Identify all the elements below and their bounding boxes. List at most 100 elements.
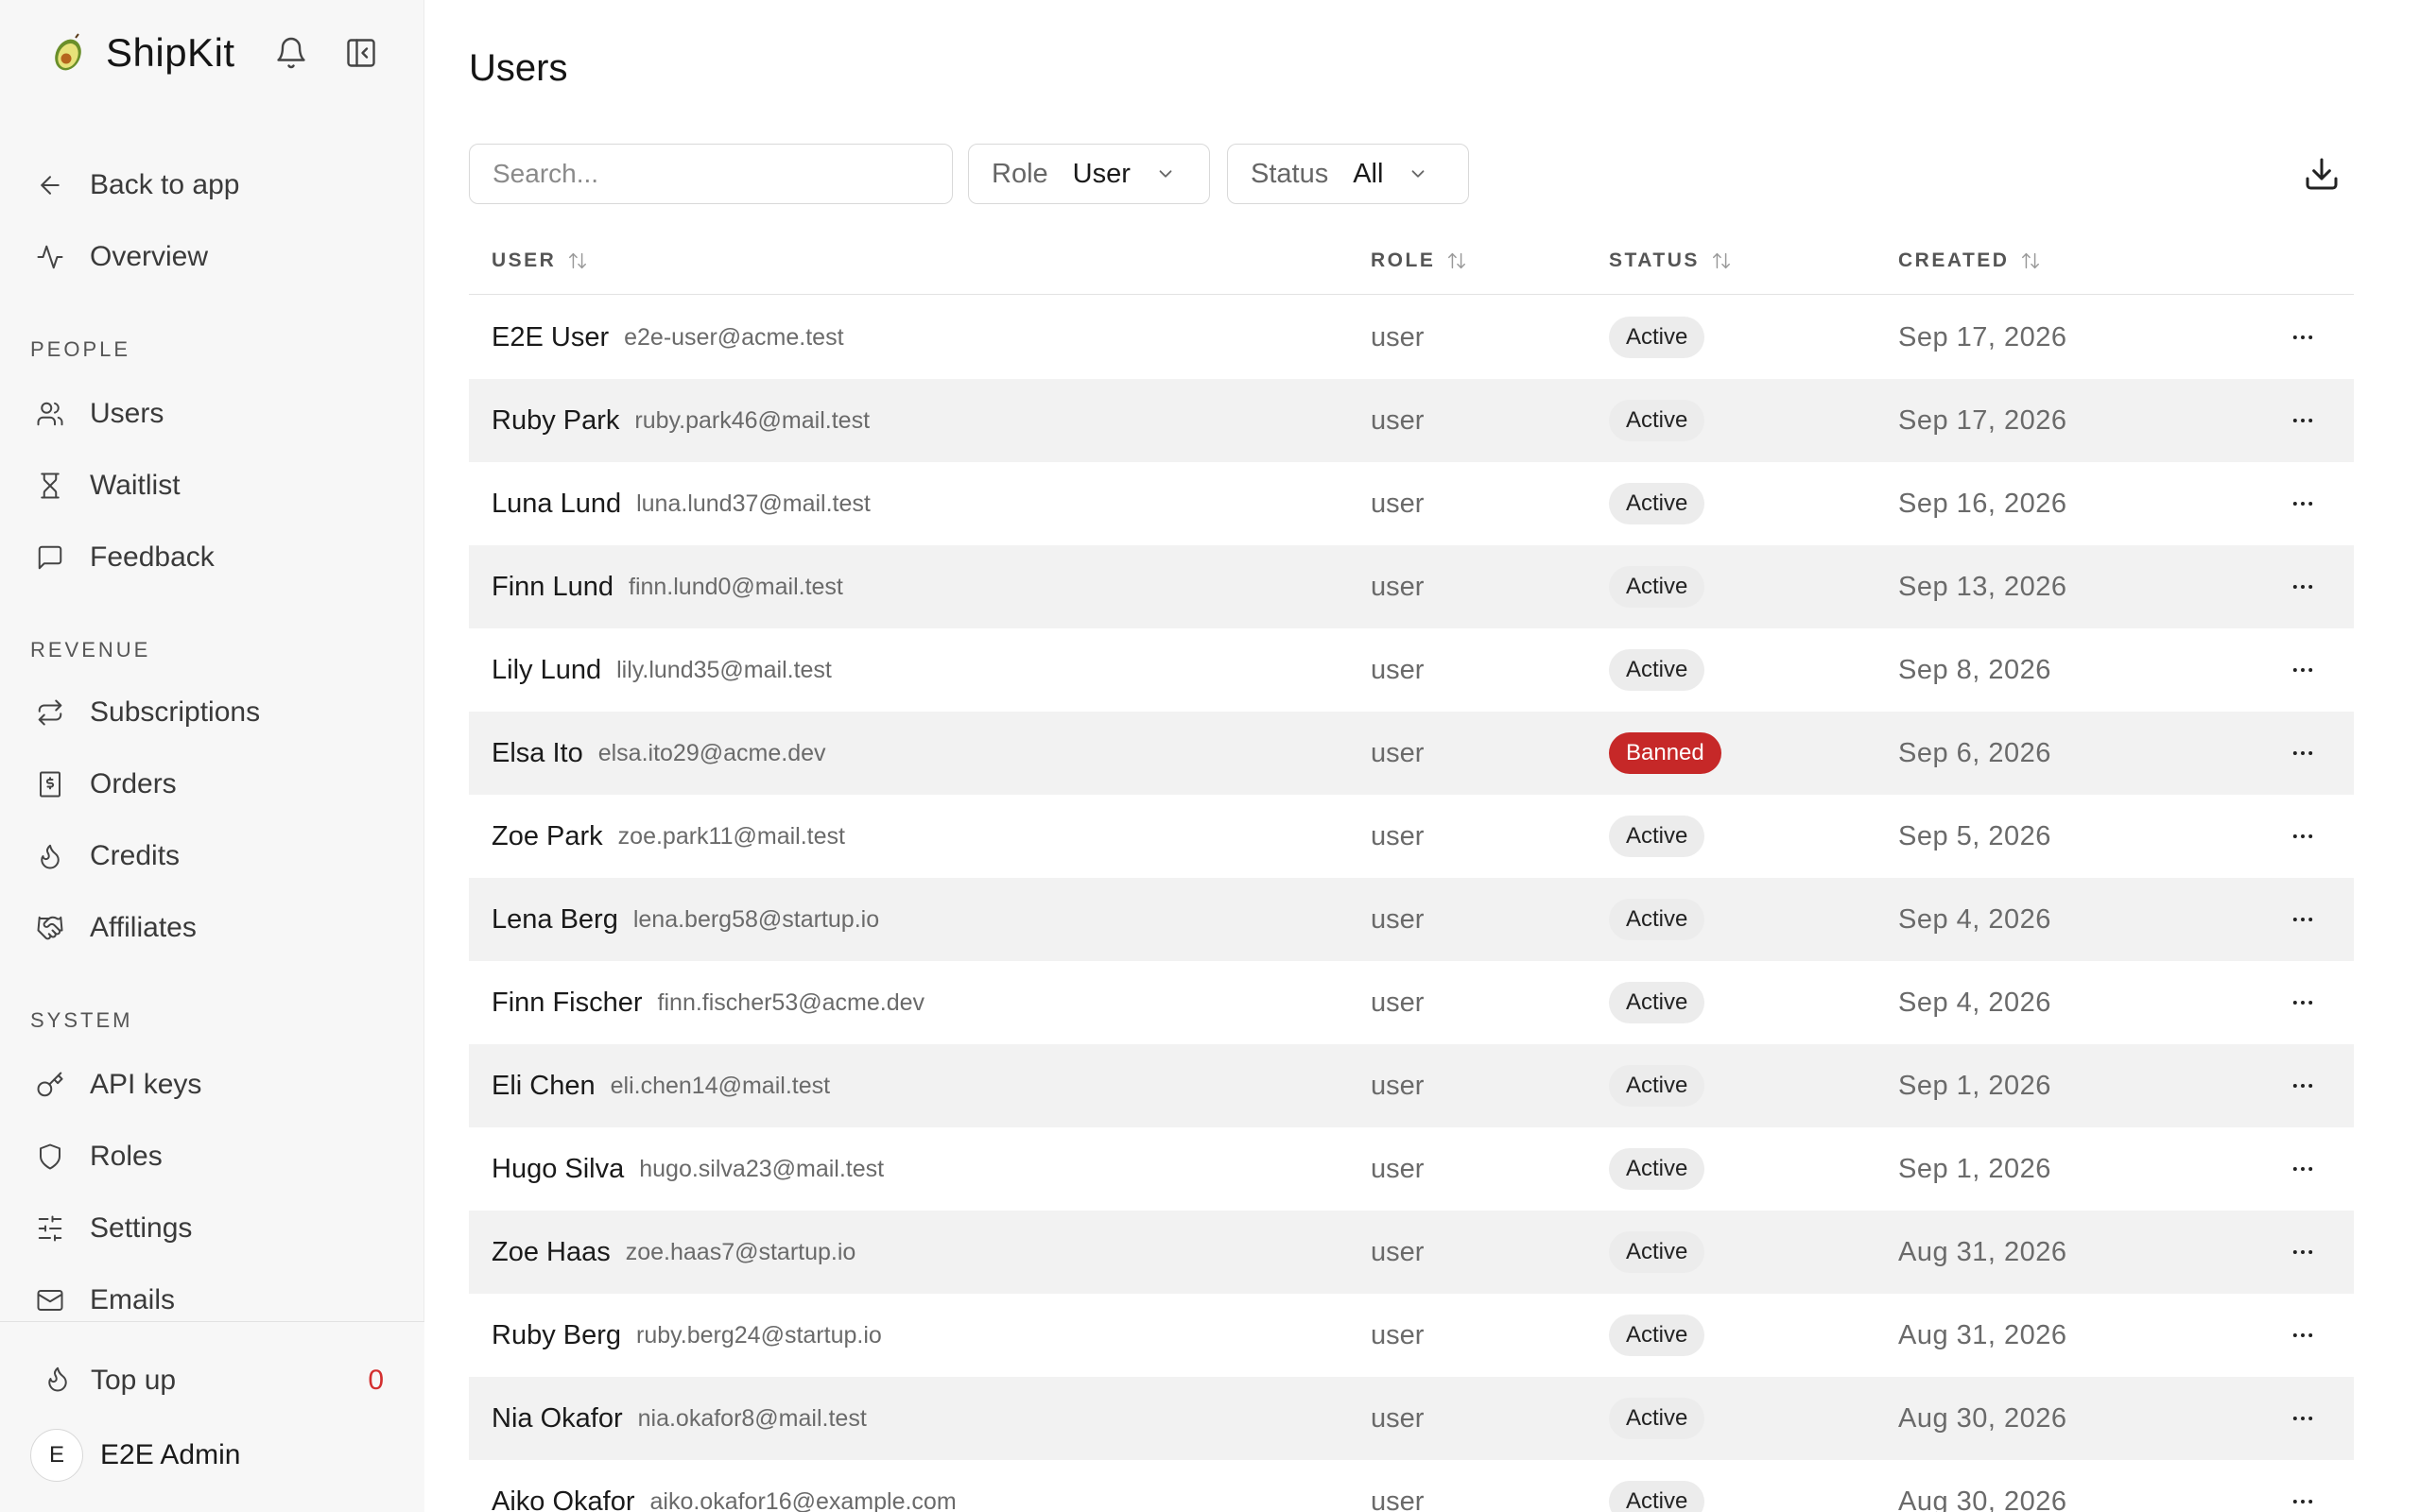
receipt-icon (34, 768, 66, 800)
user-name: Ruby Park (492, 404, 620, 436)
sort-icon (1712, 252, 1730, 269)
search-input[interactable] (469, 144, 953, 204)
column-header-status[interactable]: STATUS (1609, 249, 1732, 272)
table-row[interactable]: Hugo Silva hugo.silva23@mail.test user Acti… (469, 1127, 2354, 1211)
arrow-left-icon (34, 169, 66, 201)
bell-icon[interactable] (274, 36, 308, 70)
table-row[interactable]: Lily Lund lily.lund35@mail.test user Active… (469, 628, 2354, 712)
user-cell: Finn Fischer finn.fischer53@acme.dev (492, 961, 925, 1044)
download-icon[interactable] (2303, 155, 2341, 193)
filter-label: Status (1251, 158, 1329, 189)
nav-users[interactable]: Users (28, 386, 397, 442)
created-date: Sep 4, 2026 (1898, 987, 2051, 1018)
topup-button[interactable]: Top up 0 (43, 1360, 384, 1401)
table-row[interactable]: Finn Lund finn.lund0@mail.test user Active S… (469, 545, 2354, 628)
user-cell: Zoe Haas zoe.haas7@startup.io (492, 1211, 856, 1294)
status-filter[interactable]: Status All (1227, 144, 1469, 204)
column-header-user[interactable]: USER (492, 249, 588, 272)
nav-orders[interactable]: Orders (28, 756, 397, 813)
row-actions-button[interactable] (2282, 1065, 2324, 1107)
row-actions-button[interactable] (2282, 649, 2324, 691)
role-filter[interactable]: Role User (968, 144, 1210, 204)
nav-settings[interactable]: Settings (28, 1200, 397, 1257)
created-date: Sep 4, 2026 (1898, 903, 2051, 935)
row-actions-button[interactable] (2282, 732, 2324, 774)
status-badge: Active (1609, 483, 1705, 524)
user-email: hugo.silva23@mail.test (639, 1155, 885, 1182)
table-row[interactable]: Eli Chen eli.chen14@mail.test user Active Se… (469, 1044, 2354, 1127)
table-row[interactable]: Nia Okafor nia.okafor8@mail.test user Activ… (469, 1377, 2354, 1460)
user-name: Hugo Silva (492, 1153, 625, 1184)
table-row[interactable]: Luna Lund luna.lund37@mail.test user Active… (469, 462, 2354, 545)
user-role: user (1371, 321, 1425, 352)
nav-feedback[interactable]: Feedback (28, 529, 397, 586)
user-name: Zoe Haas (492, 1236, 611, 1267)
user-cell: Luna Lund luna.lund37@mail.test (492, 462, 871, 545)
nav-label: Back to app (90, 169, 240, 200)
more-horizontal-icon (2292, 419, 2313, 422)
status-cell: Active (1609, 628, 1705, 712)
status-badge: Active (1609, 1398, 1705, 1439)
row-actions-button[interactable] (2282, 1481, 2324, 1512)
column-header-created[interactable]: CREATED (1898, 249, 2041, 272)
table-row[interactable]: Finn Fischer finn.fischer53@acme.dev user A… (469, 961, 2354, 1044)
row-actions-button[interactable] (2282, 899, 2324, 940)
nav-affiliates[interactable]: Affiliates (28, 900, 397, 956)
table-row[interactable]: Ruby Berg ruby.berg24@startup.io user Activ… (469, 1294, 2354, 1377)
row-actions-button[interactable] (2282, 483, 2324, 524)
row-actions-button[interactable] (2282, 1148, 2324, 1190)
user-cell: Nia Okafor nia.okafor8@mail.test (492, 1377, 867, 1460)
column-header-role[interactable]: ROLE (1371, 249, 1467, 272)
row-actions-button[interactable] (2282, 1398, 2324, 1439)
row-actions-button[interactable] (2282, 317, 2324, 358)
row-actions-button[interactable] (2282, 1314, 2324, 1356)
user-role: user (1371, 1153, 1425, 1184)
nav-waitlist[interactable]: Waitlist (28, 457, 397, 514)
nav-roles[interactable]: Roles (28, 1128, 397, 1185)
column-label: STATUS (1609, 249, 1700, 271)
sort-icon (569, 252, 587, 269)
table-row[interactable]: Lena Berg lena.berg58@startup.io user Activ… (469, 878, 2354, 961)
user-role: user (1371, 903, 1425, 935)
table-row[interactable]: Elsa Ito elsa.ito29@acme.dev user Banned Sep… (469, 712, 2354, 795)
nav-credits[interactable]: Credits (28, 828, 397, 885)
filter-label: Role (992, 158, 1048, 189)
user-cell: Ruby Park ruby.park46@mail.test (492, 379, 870, 462)
filter-value: All (1353, 158, 1384, 189)
created-date: Sep 8, 2026 (1898, 654, 2051, 685)
created-date: Sep 5, 2026 (1898, 820, 2051, 851)
row-actions-button[interactable] (2282, 1231, 2324, 1273)
nav-subscriptions[interactable]: Subscriptions (28, 684, 397, 741)
nav-overview[interactable]: Overview (28, 229, 397, 285)
sidebar-collapse-icon[interactable] (344, 36, 378, 70)
status-badge: Active (1609, 566, 1705, 608)
avatar: E (30, 1429, 83, 1482)
table-row[interactable]: Ruby Park ruby.park46@mail.test user Active… (469, 379, 2354, 462)
status-badge: Active (1609, 1314, 1705, 1356)
created-date: Aug 31, 2026 (1898, 1319, 2067, 1350)
nav-api-keys[interactable]: API keys (28, 1057, 397, 1113)
user-cell: Zoe Park zoe.park11@mail.test (492, 795, 845, 878)
more-horizontal-icon (2292, 585, 2313, 589)
nav-label: Orders (90, 768, 177, 799)
row-actions-button[interactable] (2282, 816, 2324, 857)
row-actions-button[interactable] (2282, 566, 2324, 608)
row-actions-button[interactable] (2282, 400, 2324, 441)
table-row[interactable]: E2E User e2e-user@acme.test user Active Sep … (469, 296, 2354, 379)
account-menu[interactable]: E E2E Admin (30, 1428, 240, 1483)
table-row[interactable]: Zoe Park zoe.park11@mail.test user Active Se… (469, 795, 2354, 878)
row-actions-button[interactable] (2282, 982, 2324, 1023)
user-email: nia.okafor8@mail.test (637, 1404, 867, 1432)
created-date: Aug 30, 2026 (1898, 1402, 2067, 1434)
more-horizontal-icon (2292, 1084, 2313, 1088)
table-row[interactable]: Zoe Haas zoe.haas7@startup.io user Active Au… (469, 1211, 2354, 1294)
nav-emails[interactable]: Emails (28, 1272, 397, 1329)
user-name: Lily Lund (492, 654, 602, 685)
section-title-system: SYSTEM (30, 1008, 133, 1032)
filter-value: User (1072, 158, 1131, 189)
table-row[interactable]: Aiko Okafor aiko.okafor16@example.com user… (469, 1460, 2354, 1512)
nav-back-to-app[interactable]: Back to app (28, 157, 397, 214)
user-cell: Aiko Okafor aiko.okafor16@example.com (492, 1460, 957, 1512)
created-date: Sep 17, 2026 (1898, 404, 2067, 436)
more-horizontal-icon (2292, 834, 2313, 838)
